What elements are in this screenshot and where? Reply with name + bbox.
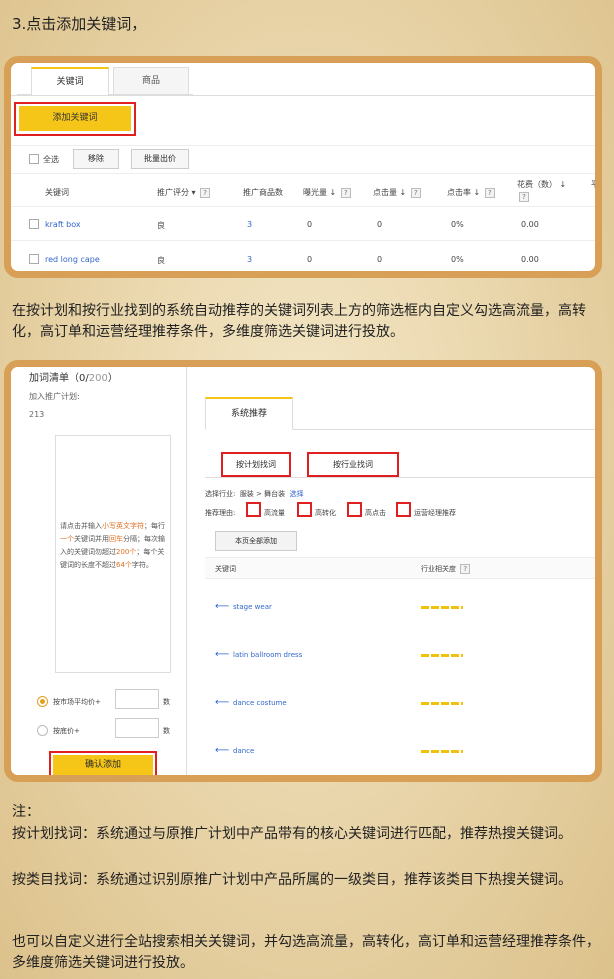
row-score: 良	[157, 256, 165, 265]
choose-industry-link[interactable]: 选择	[290, 490, 304, 498]
tab-products[interactable]: 商品	[113, 67, 189, 95]
tab-system-recommend[interactable]: 系统推荐	[205, 397, 293, 430]
unit-label: 数	[163, 698, 170, 706]
row-impressions: 0	[307, 220, 313, 229]
high-traffic-checkbox[interactable]	[246, 502, 261, 517]
keyword-link[interactable]: kraft box	[45, 220, 81, 229]
add-keyword-button[interactable]: 添加关键词	[19, 106, 131, 131]
plan-label: 加入推广计划:	[29, 392, 80, 401]
row-checkbox[interactable]	[29, 219, 39, 229]
high-click-checkbox[interactable]	[347, 502, 362, 517]
keyword-item: dance	[233, 747, 255, 755]
col-score[interactable]: 推广评分 ▾ ?	[157, 187, 211, 198]
high-traffic-label: 高流量	[264, 509, 285, 517]
bulk-bid-button[interactable]: 批量出价	[131, 149, 189, 169]
add-arrow-icon[interactable]: ⟵	[215, 697, 229, 708]
row-products[interactable]: 3	[247, 255, 252, 264]
floor-price-label: 按底价+	[53, 727, 80, 735]
relevance-bar	[421, 750, 463, 753]
keyword-item: dance costume	[233, 699, 287, 707]
plan-note: 按计划找词：系统通过与原推广计划中产品带有的核心关键词进行匹配，推荐热搜关键词。	[12, 826, 572, 842]
floor-price-input[interactable]	[115, 718, 159, 738]
row-products[interactable]: 3	[247, 220, 252, 229]
select-all-checkbox[interactable]	[29, 154, 39, 164]
input-hint: 请点击并输入小写英文字符；每行一个关键词并用回车分隔；每次输入的关键词勿超过20…	[60, 522, 165, 569]
list-title: 加词清单（0/200）	[29, 373, 118, 384]
tab-keywords[interactable]: 关键词	[31, 67, 109, 96]
col-impressions[interactable]: 曝光量 ↓ ?	[303, 187, 351, 198]
keyword-link[interactable]: red long cape	[45, 255, 100, 264]
notes-heading: 注：	[12, 804, 40, 820]
col-keyword: 关键词	[45, 188, 69, 197]
keyword-panel: 关键词 商品 添加关键词 全选 移除 批量出价 关键词 推广评分 ▾ ? 推广商…	[4, 56, 602, 278]
high-conversion-checkbox[interactable]	[297, 502, 312, 517]
row-clicks: 0	[377, 220, 383, 229]
col-more: 平	[591, 180, 599, 189]
add-all-button[interactable]: 本页全部添加	[215, 531, 297, 551]
confirm-add-button[interactable]: 确认添加	[53, 755, 153, 775]
select-all-label: 全选	[43, 155, 59, 164]
relevance-bar	[421, 606, 463, 609]
high-conversion-label: 高转化	[315, 509, 336, 517]
row-clicks: 0	[377, 255, 383, 264]
keyword-list-panel: 加词清单（0/200） 加入推广计划: 213 请点击并输入小写英文字符；每行一…	[4, 360, 602, 782]
filter-description: 在按计划和按行业找到的系统自动推荐的关键词列表上方的筛选框内自定义勾选高流量，高…	[12, 303, 586, 340]
market-price-label: 按市场平均价+	[53, 698, 101, 706]
list-header	[205, 557, 595, 579]
add-arrow-icon[interactable]: ⟵	[215, 745, 229, 756]
keyword-item: stage wear	[233, 603, 272, 611]
add-arrow-icon[interactable]: ⟵	[215, 649, 229, 660]
keyword-input-area[interactable]: 请点击并输入小写英文字符；每行一个关键词并用回车分隔；每次输入的关键词勿超过20…	[55, 435, 171, 673]
high-click-label: 高点击	[365, 509, 386, 517]
industry-row: 选择行业: 服装 > 舞台装 选择	[205, 490, 304, 498]
relevance-bar	[421, 654, 463, 657]
row-impressions: 0	[307, 255, 313, 264]
by-plan-tab[interactable]: 按计划找词	[224, 455, 288, 474]
col-relevance: 行业相关度 ?	[421, 564, 471, 574]
plan-id: 213	[29, 410, 45, 419]
row-score: 良	[157, 221, 165, 230]
floor-price-radio[interactable]	[37, 725, 48, 736]
custom-note: 也可以自定义进行全站搜索相关关键词，并勾选高流量，高转化，高订单和运营经理推荐条…	[12, 934, 600, 971]
row-cost: 0.00	[521, 220, 539, 229]
unit-label: 数	[163, 727, 170, 735]
add-arrow-icon[interactable]: ⟵	[215, 601, 229, 612]
remove-button[interactable]: 移除	[73, 149, 119, 169]
manager-recommend-checkbox[interactable]	[396, 502, 411, 517]
step-title: 3.点击添加关键词，	[12, 15, 147, 33]
market-price-input[interactable]	[115, 689, 159, 709]
col-ctr[interactable]: 点击率 ↓ ?	[447, 187, 495, 198]
reason-label: 推荐理由:	[205, 509, 236, 517]
category-note: 按类目找词：系统通过识别原推广计划中产品所属的一级类目，推荐该类目下热搜关键词。	[12, 872, 572, 888]
col-clicks[interactable]: 点击量 ↓ ?	[373, 187, 421, 198]
row-checkbox[interactable]	[29, 254, 39, 264]
relevance-bar	[421, 702, 463, 705]
by-industry-tab[interactable]: 按行业找词	[310, 455, 396, 474]
keyword-item: latin ballroom dress	[233, 651, 303, 659]
row-cost: 0.00	[521, 255, 539, 264]
col-products: 推广商品数	[243, 188, 283, 197]
col-cost[interactable]: 花费（数） ↓?	[517, 179, 577, 203]
row-ctr: 0%	[451, 220, 464, 229]
col-keyword: 关键词	[215, 565, 236, 573]
market-price-radio[interactable]	[37, 696, 48, 707]
row-ctr: 0%	[451, 255, 464, 264]
manager-recommend-label: 运营经理推荐	[414, 509, 456, 517]
